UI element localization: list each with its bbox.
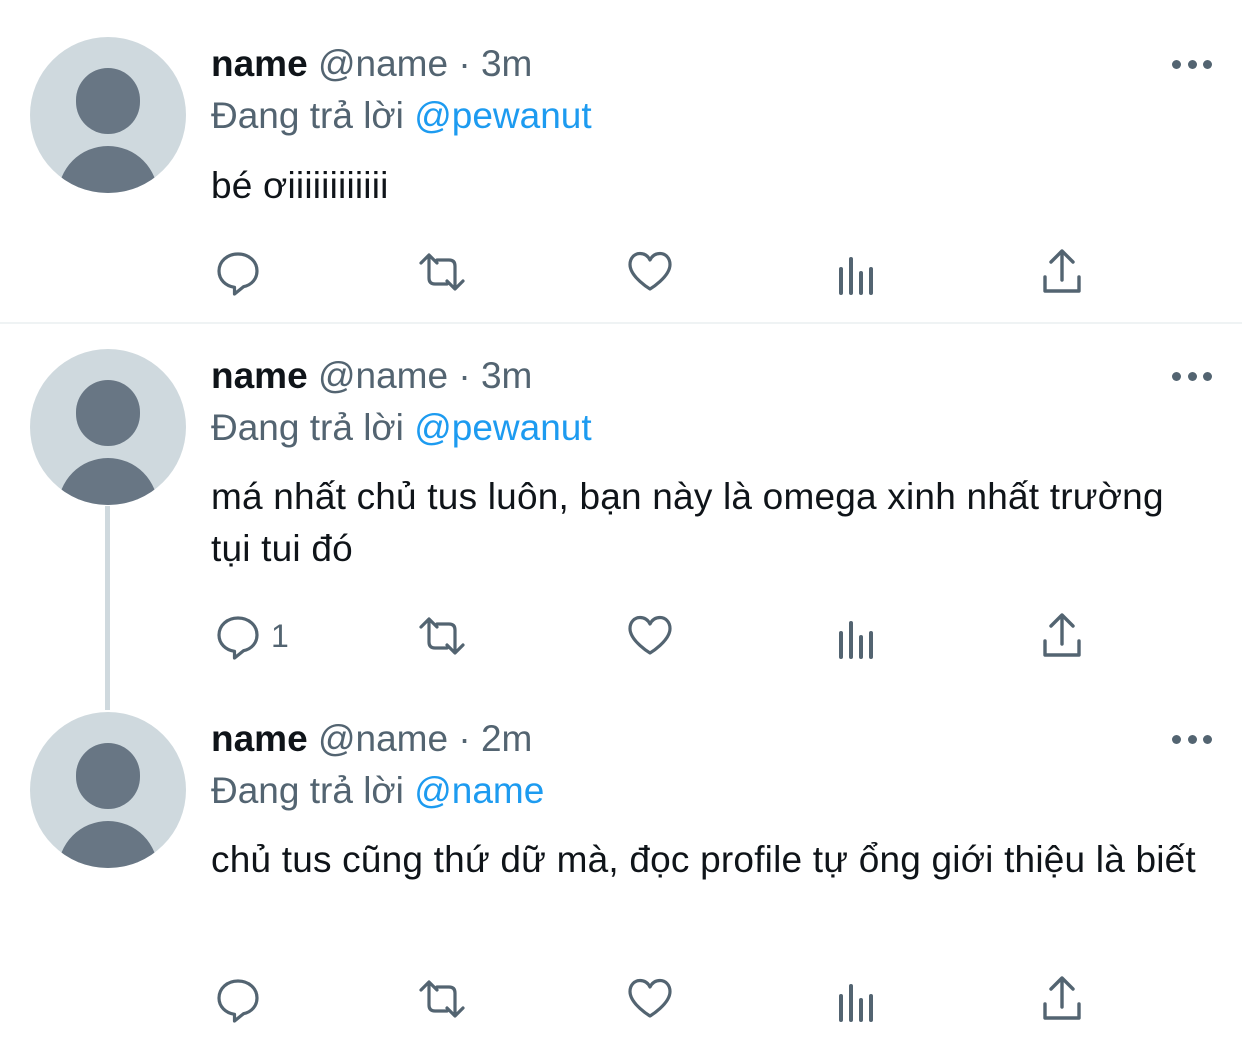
share-button[interactable] <box>1037 611 1087 661</box>
like-button[interactable] <box>625 247 675 297</box>
reply-icon <box>217 616 259 660</box>
display-name[interactable]: name <box>211 718 308 759</box>
tweet-actions: 1 <box>211 611 1111 661</box>
tweet[interactable]: name @name · 3m Đang trả lời @pewanut má… <box>0 324 1242 710</box>
avatar-head-shape <box>76 68 140 134</box>
analytics-button[interactable] <box>831 611 881 661</box>
share-icon <box>1043 249 1081 293</box>
tweet-actions <box>211 974 1111 1024</box>
mention-link[interactable]: @name <box>414 770 544 811</box>
reply-button[interactable]: 1 <box>213 611 289 661</box>
tweet[interactable]: name @name · 3m Đang trả lời @pewanut bé… <box>0 0 1242 322</box>
retweet-button[interactable] <box>417 974 467 1024</box>
separator-dot: · <box>458 43 471 84</box>
retweet-button[interactable] <box>417 247 467 297</box>
tweet-header: name @name · 2m <box>211 717 532 761</box>
user-handle[interactable]: @name <box>318 355 448 396</box>
like-button[interactable] <box>625 974 675 1024</box>
mention-link[interactable]: @pewanut <box>414 95 591 136</box>
analytics-icon <box>839 984 873 1022</box>
timestamp[interactable]: 3m <box>481 355 532 396</box>
more-icon[interactable] <box>1172 370 1212 382</box>
retweet-icon <box>419 253 465 291</box>
retweet-icon <box>419 617 465 655</box>
retweet-button[interactable] <box>417 611 467 661</box>
share-icon <box>1043 976 1081 1020</box>
timestamp[interactable]: 3m <box>481 43 532 84</box>
replying-prefix: Đang trả lời <box>211 407 404 448</box>
reply-button[interactable] <box>213 247 271 297</box>
reply-icon <box>217 252 259 296</box>
user-handle[interactable]: @name <box>318 43 448 84</box>
more-icon[interactable] <box>1172 733 1212 745</box>
avatar[interactable] <box>30 349 186 505</box>
avatar-head-shape <box>76 743 140 809</box>
heart-icon <box>628 615 672 655</box>
tweet[interactable]: name @name · 2m Đang trả lời @name chủ t… <box>0 710 1242 1045</box>
analytics-button[interactable] <box>831 974 881 1024</box>
tweet-header: name @name · 3m <box>211 354 532 398</box>
avatar[interactable] <box>30 712 186 868</box>
retweet-icon <box>419 980 465 1018</box>
separator-dot: · <box>458 718 471 759</box>
timestamp[interactable]: 2m <box>481 718 532 759</box>
share-button[interactable] <box>1037 974 1087 1024</box>
share-icon <box>1043 613 1081 657</box>
avatar-body-shape <box>58 146 158 193</box>
avatar-body-shape <box>58 458 158 505</box>
replying-prefix: Đang trả lời <box>211 770 404 811</box>
reply-button[interactable] <box>213 974 271 1024</box>
replying-prefix: Đang trả lời <box>211 95 404 136</box>
tweet-text: chủ tus cũng thứ dữ mà, đọc profile tự ổ… <box>211 839 1196 880</box>
avatar-body-shape <box>58 821 158 868</box>
reply-icon <box>217 979 259 1023</box>
analytics-button[interactable] <box>831 247 881 297</box>
share-button[interactable] <box>1037 247 1087 297</box>
display-name[interactable]: name <box>211 43 308 84</box>
display-name[interactable]: name <box>211 355 308 396</box>
analytics-icon <box>839 621 873 659</box>
reply-count: 1 <box>271 617 289 654</box>
tweet-text: má nhất chủ tus luôn, bạn này là omega x… <box>211 476 1164 569</box>
tweet-feed: name @name · 3m Đang trả lời @pewanut bé… <box>0 0 1242 1045</box>
more-icon[interactable] <box>1172 58 1212 70</box>
heart-icon <box>628 251 672 291</box>
mention-link[interactable]: @pewanut <box>414 407 591 448</box>
tweet-header: name @name · 3m <box>211 42 532 86</box>
analytics-icon <box>839 257 873 295</box>
user-handle[interactable]: @name <box>318 718 448 759</box>
replying-to-line: Đang trả lời @pewanut <box>211 94 592 138</box>
avatar-head-shape <box>76 380 140 446</box>
tweet-actions <box>211 247 1111 297</box>
replying-to-line: Đang trả lời @name <box>211 769 544 813</box>
heart-icon <box>628 978 672 1018</box>
like-button[interactable] <box>625 611 675 661</box>
replying-to-line: Đang trả lời @pewanut <box>211 406 592 450</box>
avatar[interactable] <box>30 37 186 193</box>
separator-dot: · <box>458 355 471 396</box>
tweet-text: bé ơiiiiiiiiiiii <box>211 165 389 206</box>
